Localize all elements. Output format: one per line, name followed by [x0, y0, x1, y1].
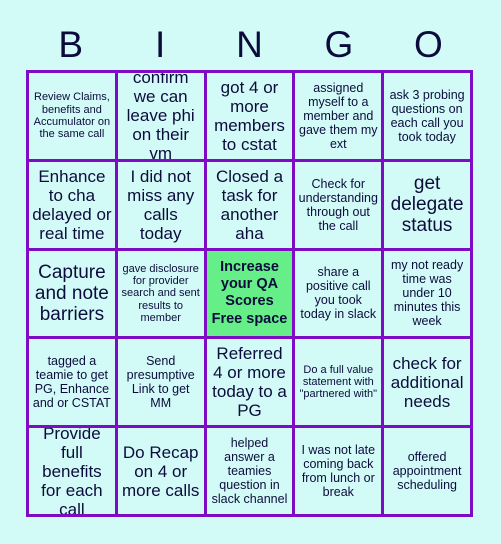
bingo-header-row: B I N G O: [26, 18, 473, 70]
bingo-cell[interactable]: Closed a task for another aha: [206, 161, 293, 248]
bingo-header-letter-b: B: [58, 23, 84, 65]
bingo-cell[interactable]: helped answer a teamies question in slac…: [206, 428, 293, 514]
bingo-grid: Review Claims, benefits and Accumulator …: [26, 70, 473, 517]
bingo-cell[interactable]: ask 3 probing questions on each call you…: [384, 73, 470, 159]
bingo-cell-label: offered appointment scheduling: [392, 450, 462, 493]
bingo-header-letter-g: G: [324, 23, 354, 65]
bingo-cell[interactable]: offered appointment scheduling: [384, 428, 470, 514]
bingo-cell-label: check for additional needs: [390, 353, 464, 411]
bingo-cell-label: confirm we can leave phi on their vm: [126, 73, 195, 159]
bingo-cell[interactable]: Capture and note barriers: [29, 250, 115, 337]
bingo-cell-label: got 4 or more members to cstat: [214, 77, 285, 154]
bingo-cell-label: ask 3 probing questions on each call you…: [389, 87, 465, 144]
bingo-cell[interactable]: I was not late coming back from lunch or…: [295, 428, 382, 514]
bingo-cell[interactable]: Enhance to cha delayed or real time: [29, 161, 115, 248]
bingo-cell-label: Closed a task for another aha: [215, 166, 284, 243]
bingo-cell-label: Capture and note barriers: [34, 261, 109, 326]
bingo-cell-label: gave disclosure for provider search and …: [121, 262, 200, 324]
bingo-cell[interactable]: get delegate status: [384, 161, 470, 248]
bingo-cell-label: Provide full benefits for each call: [41, 428, 103, 514]
bingo-cell[interactable]: share a positive call you took today in …: [295, 250, 382, 337]
bingo-cell-label: assigned myself to a member and gave the…: [299, 80, 378, 151]
bingo-cell-label: my not ready time was under 10 minutes t…: [390, 258, 464, 329]
bingo-card: B I N G O Review Claims, benefits and Ac…: [0, 0, 501, 544]
bingo-cell-label: Check for understanding through out the …: [298, 176, 378, 233]
bingo-cell-label: Increase your QA Scores Free space: [211, 259, 288, 327]
bingo-cell[interactable]: Referred 4 or more today to a PG: [206, 339, 293, 426]
bingo-cell[interactable]: got 4 or more members to cstat: [206, 73, 293, 159]
bingo-cell-label: Referred 4 or more today to a PG: [212, 344, 287, 421]
bingo-cell[interactable]: Send presumptive Link to get MM: [117, 339, 204, 426]
bingo-cell-label: Do a full value statement with "partnere…: [299, 363, 378, 401]
bingo-header-letter-i: I: [154, 23, 166, 65]
bingo-cell-label: I did not miss any calls today: [127, 166, 195, 243]
bingo-cell[interactable]: Provide full benefits for each call: [29, 428, 115, 514]
bingo-cell[interactable]: Review Claims, benefits and Accumulator …: [29, 73, 115, 159]
bingo-cell[interactable]: Check for understanding through out the …: [295, 161, 382, 248]
bingo-cell[interactable]: I did not miss any calls today: [117, 161, 204, 248]
bingo-cell-label: Send presumptive Link to get MM: [126, 354, 195, 411]
bingo-free-space-cell[interactable]: Increase your QA Scores Free space: [206, 250, 293, 337]
bingo-cell[interactable]: Do Recap on 4 or more calls: [117, 428, 204, 514]
bingo-cell-label: Do Recap on 4 or more calls: [121, 442, 200, 500]
bingo-cell[interactable]: Do a full value statement with "partnere…: [295, 339, 382, 426]
bingo-header-letter-n: N: [236, 23, 263, 65]
bingo-cell-label: helped answer a teamies question in slac…: [211, 436, 288, 507]
bingo-cell-label: share a positive call you took today in …: [300, 265, 377, 322]
bingo-cell-label: Enhance to cha delayed or real time: [32, 166, 112, 243]
bingo-cell[interactable]: gave disclosure for provider search and …: [117, 250, 204, 337]
bingo-cell[interactable]: check for additional needs: [384, 339, 470, 426]
bingo-cell-label: Review Claims, benefits and Accumulator …: [33, 91, 111, 141]
bingo-cell-label: I was not late coming back from lunch or…: [301, 443, 376, 500]
bingo-cell[interactable]: tagged a teamie to get PG, Enhance and o…: [29, 339, 115, 426]
bingo-cell-label: tagged a teamie to get PG, Enhance and o…: [32, 354, 111, 411]
bingo-header-letter-o: O: [413, 23, 443, 65]
bingo-cell-label: get delegate status: [390, 172, 464, 237]
bingo-cell[interactable]: my not ready time was under 10 minutes t…: [384, 250, 470, 337]
bingo-cell[interactable]: confirm we can leave phi on their vm: [117, 73, 204, 159]
bingo-cell[interactable]: assigned myself to a member and gave the…: [295, 73, 382, 159]
